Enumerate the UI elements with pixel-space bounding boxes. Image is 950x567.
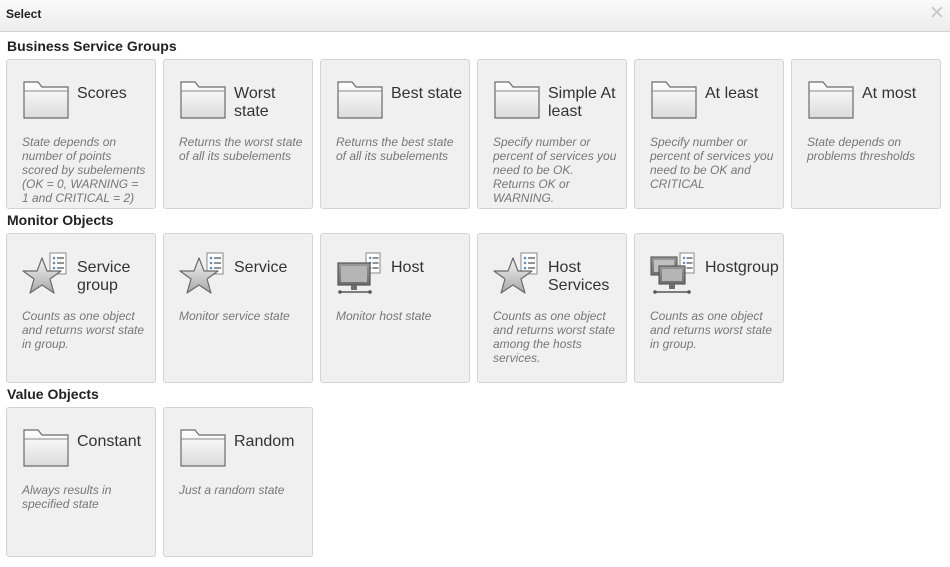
tile-scores[interactable]: Scores State depends on number of points… [6,59,156,209]
tile-label: Random [234,433,295,450]
tile-description: Monitor service state [179,309,290,323]
tile-description: Returns the worst state of all its subel… [179,135,303,163]
folder-icon [492,78,542,122]
tile-best-state[interactable]: Best state Returns the best state of all… [320,59,470,209]
tile-at-most[interactable]: At most State depends on problems thresh… [791,59,941,209]
tile-description: Counts as one object and returns worst s… [493,309,616,365]
close-icon[interactable]: ✕ [928,4,946,24]
tile-label: Simple At least [548,85,616,120]
tile-random[interactable]: Random Just a random state [163,407,313,557]
tile-constant[interactable]: Constant Always results in specified sta… [6,407,156,557]
folder-icon [649,78,699,122]
tile-label: Host [391,259,424,276]
tile-service-group[interactable]: Service group Counts as one object and r… [6,233,156,383]
service-group-icon [21,252,71,296]
tile-description: Just a random state [179,483,285,497]
tile-description: Monitor host state [336,309,432,323]
host-icon [335,252,385,296]
tile-description: State depends on number of points scored… [22,135,146,205]
section-title-business-service-groups: Business Service Groups [7,38,177,54]
tile-label: Service [234,259,288,276]
tile-description: Counts as one object and returns worst s… [650,309,773,351]
dialog-title: Select [6,7,42,21]
tile-host[interactable]: Host Monitor host state [320,233,470,383]
tile-description: Counts as one object and returns worst s… [22,309,145,351]
tile-description: Specify number or percent of services yo… [493,135,617,205]
tile-at-least[interactable]: At least Specify number or percent of se… [634,59,784,209]
folder-icon [335,78,385,122]
tile-label: Constant [77,433,142,450]
tile-description: Specify number or percent of services yo… [650,135,774,191]
folder-icon [21,78,71,122]
dialog-titlebar: Select ✕ [0,0,950,32]
section-title-value-objects: Value Objects [7,386,99,402]
tile-label: Service group [77,259,131,294]
tile-host-services[interactable]: Host Services Counts as one object and r… [477,233,627,383]
tile-simple-at-least[interactable]: Simple At least Specify number or percen… [477,59,627,209]
folder-icon [21,426,71,470]
tile-label: Hostgroup [705,259,779,276]
tile-label: Best state [391,85,463,102]
tile-label: Worst state [234,85,276,120]
service-icon [178,252,228,296]
tile-label: Host Services [548,259,610,294]
tile-label: At most [862,85,917,102]
folder-icon [806,78,856,122]
hostgroup-icon [649,252,699,296]
section-title-monitor-objects: Monitor Objects [7,212,114,228]
tile-label: Scores [77,85,127,102]
folder-icon [178,78,228,122]
tile-service[interactable]: Service Monitor service state [163,233,313,383]
tile-hostgroup[interactable]: Hostgroup Counts as one object and retur… [634,233,784,383]
tile-label: At least [705,85,759,102]
tile-description: State depends on problems thresholds [807,135,916,163]
tile-description: Returns the best state of all its subele… [336,135,454,163]
tile-worst-state[interactable]: Worst state Returns the worst state of a… [163,59,313,209]
host-services-icon [492,252,542,296]
tile-description: Always results in specified state [22,483,112,511]
folder-icon [178,426,228,470]
